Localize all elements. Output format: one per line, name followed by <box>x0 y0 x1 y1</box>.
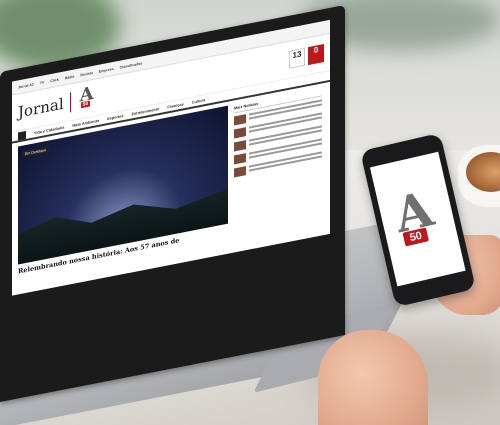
date-day: 13 <box>292 49 302 61</box>
a2-logo-icon[interactable]: A 50 <box>77 83 99 112</box>
topbar-item[interactable]: TV <box>40 80 44 85</box>
laptop-screen: Jornal A2 TV Click Rádio Revista Empresa… <box>12 19 330 296</box>
a2-logo-icon: A 50 <box>384 179 452 259</box>
nav-item[interactable]: Entretenimento <box>131 107 159 116</box>
news-thumbnail <box>234 140 246 152</box>
hand-on-trackpad <box>318 330 428 425</box>
topbar-item[interactable]: Empresa <box>99 66 114 73</box>
news-thumbnail <box>234 127 246 139</box>
news-sidebar: Mais Notícias <box>234 87 322 233</box>
topbar-item[interactable]: Revista <box>80 70 92 76</box>
alert-count: 0 <box>313 45 319 56</box>
alert-box[interactable]: 0 <box>308 44 324 66</box>
menu-icon[interactable]: ≡ <box>18 130 26 141</box>
date-box: 13 <box>289 47 305 69</box>
news-thumbnail <box>234 114 246 126</box>
logo-divider <box>69 92 71 113</box>
header-widgets: 13 0 <box>289 44 324 69</box>
nav-item[interactable]: Finanças <box>167 102 183 109</box>
news-thumbnail <box>234 166 246 178</box>
site-logo-text[interactable]: Jornal <box>18 95 64 122</box>
laptop-lid: Jornal A2 TV Click Rádio Revista Empresa… <box>0 4 345 403</box>
topbar-item[interactable]: Click <box>50 77 58 83</box>
topbar-item[interactable]: Rádio <box>65 74 75 80</box>
featured-badge: Em Destaque <box>22 146 50 158</box>
nav-item[interactable]: Meio Ambiente <box>72 118 99 127</box>
news-website: Jornal A2 TV Click Rádio Revista Empresa… <box>12 19 330 296</box>
news-thumbnail <box>234 153 246 165</box>
logo-badge: 50 <box>80 100 91 109</box>
scene: Jornal A2 TV Click Rádio Revista Empresa… <box>0 0 500 425</box>
nav-item[interactable]: Cultura <box>192 98 205 105</box>
topbar-item[interactable]: Jornal A2 <box>18 82 34 89</box>
topbar-item[interactable]: Classificados <box>120 61 143 69</box>
nav-item[interactable]: Esportes <box>107 114 123 121</box>
